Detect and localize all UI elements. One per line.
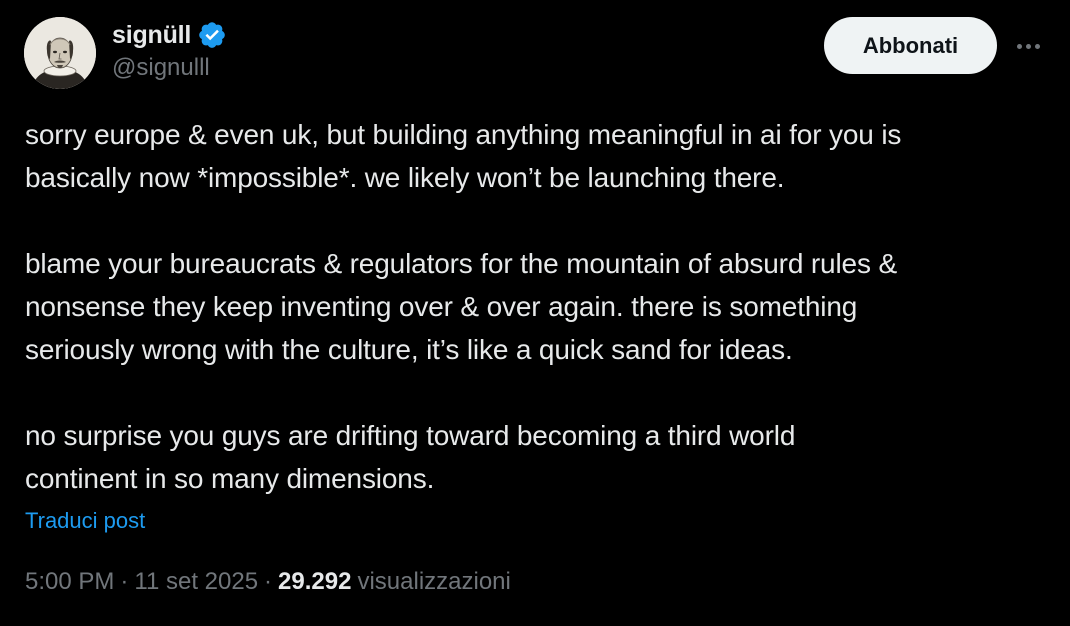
tweet-line: sorry europe & even uk, but building any… <box>25 119 902 150</box>
tweet-paragraph-3: no surprise you guys are drifting toward… <box>25 414 1045 500</box>
tweet-paragraph-2: blame your bureaucrats & regulators for … <box>25 242 1045 371</box>
translate-post-link[interactable]: Traduci post <box>25 508 145 534</box>
post-date[interactable]: 11 set 2025 <box>134 568 258 596</box>
more-options-icon[interactable] <box>1010 30 1046 62</box>
views-label: visualizzazioni <box>357 568 511 595</box>
tweet-paragraph-1: sorry europe & even uk, but building any… <box>25 113 1045 199</box>
tweet-line: nonsense they keep inventing over & over… <box>25 291 858 322</box>
tweet-metadata: 5:00 PM · 11 set 2025 · 29.292 visualizz… <box>25 568 511 596</box>
tweet-line: blame your bureaucrats & regulators for … <box>25 248 897 279</box>
views-count: 29.292 <box>278 568 352 595</box>
post-time[interactable]: 5:00 PM <box>25 568 114 596</box>
tweet-line: basically now *impossible*. we likely wo… <box>25 162 785 193</box>
dot <box>1034 43 1040 49</box>
tweet-card: signüll @signulll Abbonati sorry europe … <box>0 0 1070 626</box>
author-handle[interactable]: @signulll <box>112 54 227 82</box>
display-name-row: signüll <box>112 18 227 52</box>
author-info: signüll @signulll <box>112 18 227 82</box>
tweet-line: no surprise you guys are drifting toward… <box>25 420 796 451</box>
verified-badge-icon[interactable] <box>197 20 227 50</box>
author-display-name[interactable]: signüll <box>112 21 191 50</box>
tweet-line: seriously wrong with the culture, it’s l… <box>25 334 793 365</box>
tweet-line: continent in so many dimensions. <box>25 463 435 494</box>
dot <box>1016 43 1022 49</box>
follow-button[interactable]: Abbonati <box>824 17 997 74</box>
meta-separator: · <box>264 568 273 595</box>
meta-separator: · <box>120 568 129 595</box>
dot <box>1025 43 1031 49</box>
tweet-text: sorry europe & even uk, but building any… <box>25 113 1045 500</box>
portrait-avatar-icon <box>24 17 96 89</box>
author-avatar[interactable] <box>24 17 96 89</box>
